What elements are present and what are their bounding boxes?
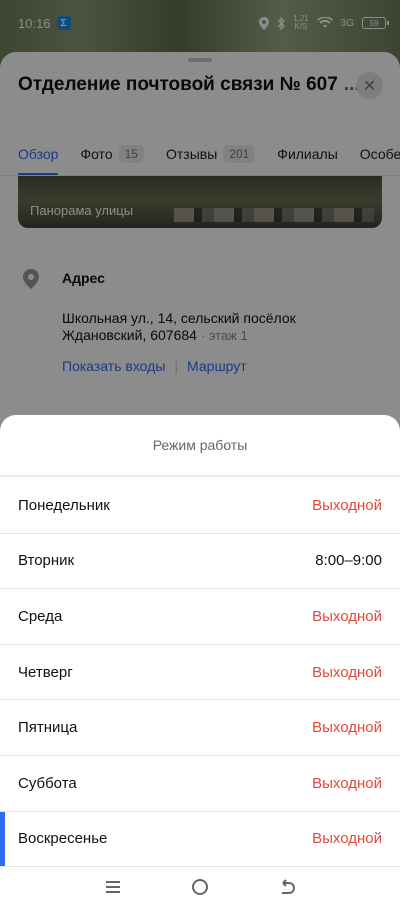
system-nav-bar: [0, 862, 400, 911]
day-label: Вторник: [18, 552, 75, 570]
day-label: Воскресенье: [18, 830, 108, 848]
back-icon: [281, 878, 295, 894]
schedule-row-saturday: Суббота Выходной: [0, 756, 400, 812]
home-button[interactable]: [185, 872, 215, 902]
schedule-list: Понедельник Выходной Вторник 8:00–9:00 С…: [0, 478, 400, 868]
hours-value: Выходной: [312, 663, 382, 681]
day-label: Понедельник: [18, 496, 110, 514]
day-label: Четверг: [18, 663, 73, 681]
schedule-row-sunday: Воскресенье Выходной: [0, 811, 400, 868]
hours-value: Выходной: [312, 719, 382, 737]
day-label: Пятница: [18, 719, 78, 737]
day-label: Среда: [18, 607, 63, 625]
menu-button[interactable]: [98, 872, 128, 902]
schedule-sheet: Режим работы Понедельник Выходной Вторни…: [0, 415, 400, 911]
schedule-row-wednesday: Среда Выходной: [0, 589, 400, 645]
day-label: Суббота: [18, 774, 77, 792]
hours-value: 8:00–9:00: [315, 552, 382, 570]
schedule-row-monday: Понедельник Выходной: [0, 478, 400, 534]
schedule-row-friday: Пятница Выходной: [0, 700, 400, 756]
schedule-row-thursday: Четверг Выходной: [0, 645, 400, 701]
menu-icon: [106, 880, 121, 893]
schedule-title: Режим работы: [0, 415, 400, 477]
back-button[interactable]: [272, 872, 302, 902]
hours-value: Выходной: [312, 607, 382, 625]
home-circle-icon: [191, 878, 208, 895]
schedule-row-tuesday: Вторник 8:00–9:00: [0, 534, 400, 590]
hours-value: Выходной: [312, 496, 382, 514]
hours-value: Выходной: [312, 830, 382, 848]
hours-value: Выходной: [312, 774, 382, 792]
